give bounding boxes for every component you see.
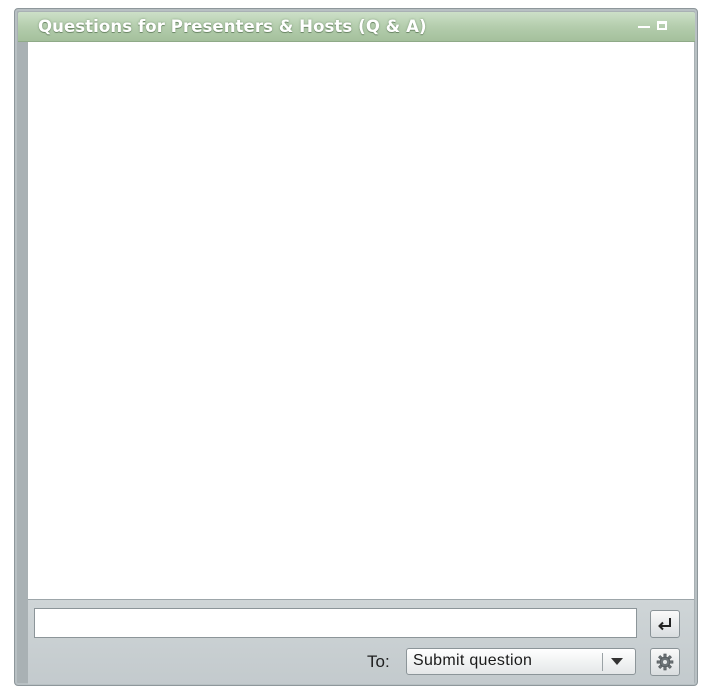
enter-return-icon — [658, 618, 671, 631]
pod-title-bar[interactable]: Questions for Presenters & Hosts (Q & A) — [18, 12, 695, 42]
maximize-icon[interactable] — [655, 18, 671, 34]
minimize-icon[interactable] — [636, 18, 652, 34]
question-input[interactable] — [34, 608, 637, 638]
pod-title: Questions for Presenters & Hosts (Q & A) — [38, 17, 427, 36]
settings-button[interactable] — [650, 648, 680, 676]
to-label: To: — [367, 652, 390, 671]
select-divider — [602, 653, 603, 671]
gear-icon — [656, 653, 674, 671]
compose-toolbar: To: Submit question — [28, 599, 694, 684]
recipient-select-value: Submit question — [413, 652, 533, 669]
send-button[interactable] — [650, 610, 680, 638]
questions-list-area[interactable] — [28, 42, 694, 599]
chevron-down-icon[interactable] — [611, 658, 623, 665]
recipient-select[interactable]: Submit question — [406, 648, 636, 675]
